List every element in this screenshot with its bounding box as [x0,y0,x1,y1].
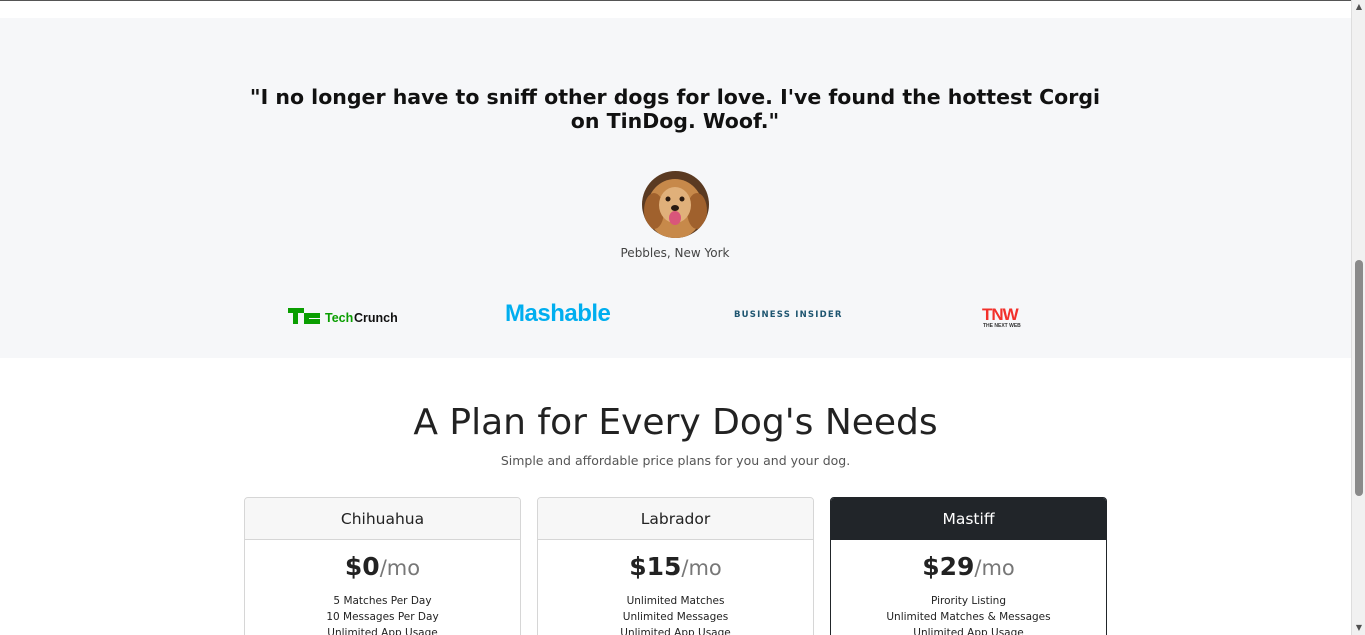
plan-feature: 5 Matches Per Day [333,595,432,607]
business-insider-logo: BUSINESS INSIDER [734,310,843,320]
plan-feature: Unlimited App Usage [620,627,731,635]
plan-feature: Unlimited Matches [626,595,725,607]
plan-price: $15/mo [538,552,813,583]
plan-name: Chihuahua [245,498,520,540]
plan-feature: Unlimited App Usage [913,627,1024,635]
plan-card-mastiff: Mastiff $29/mo Pirority Listing Unlimite… [830,497,1107,635]
techcrunch-wordmark-tech: Tech [325,311,353,325]
techcrunch-logo: Tech Crunch [288,307,408,327]
testimonial-quote: "I no longer have to sniff other dogs fo… [249,85,1101,133]
plan-feature: Pirority Listing [930,595,1007,607]
testimonials-section: "I no longer have to sniff other dogs fo… [0,18,1351,358]
pricing-subtitle: Simple and affordable price plans for yo… [500,453,851,468]
plan-feature: Unlimited Messages [622,611,729,623]
pricing-title: A Plan for Every Dog's Needs [413,402,938,443]
scroll-up-arrow-icon[interactable]: ▲ [1352,0,1365,14]
plan-name: Mastiff [831,498,1106,540]
plan-price-period: /mo [681,556,722,580]
pricing-section: A Plan for Every Dog's Needs Simple and … [0,358,1351,635]
tnw-logo: TNW THE NEXT WEB [982,305,1030,329]
plan-price-period: /mo [974,556,1015,580]
dog-avatar [642,171,709,238]
plan-card-chihuahua: Chihuahua $0/mo 5 Matches Per Day 10 Mes… [244,497,521,635]
plan-name: Labrador [538,498,813,540]
page-viewport: "I no longer have to sniff other dogs fo… [0,0,1351,635]
vertical-scrollbar[interactable]: ▲ ▼ [1351,0,1365,635]
plan-feature: Unlimited Matches & Messages [886,611,1051,623]
plan-price-amount: $29 [922,552,975,581]
plan-price-period: /mo [379,556,421,580]
plan-price: $0/mo [245,552,520,583]
plan-price: $29/mo [831,552,1106,583]
svg-text:TNW: TNW [982,305,1020,324]
techcrunch-wordmark-crunch: Crunch [354,311,398,325]
scrollbar-thumb[interactable] [1355,260,1363,496]
plan-features: Unlimited Matches Unlimited Messages Unl… [538,593,813,635]
testimonial-author: Pebbles, New York [620,246,730,260]
plan-feature: 10 Messages Per Day [326,611,439,623]
plan-features: 5 Matches Per Day 10 Messages Per Day Un… [245,593,520,635]
plan-price-amount: $15 [629,552,682,581]
svg-text:THE NEXT WEB: THE NEXT WEB [983,323,1021,329]
mashable-logo: Mashable [505,300,611,327]
plan-card-labrador: Labrador $15/mo Unlimited Matches Unlimi… [537,497,814,635]
plan-features: Pirority Listing Unlimited Matches & Mes… [831,593,1106,635]
scroll-down-arrow-icon[interactable]: ▼ [1352,621,1365,635]
plan-price-amount: $0 [344,552,380,581]
plan-feature: Unlimited App Usage [327,627,438,635]
